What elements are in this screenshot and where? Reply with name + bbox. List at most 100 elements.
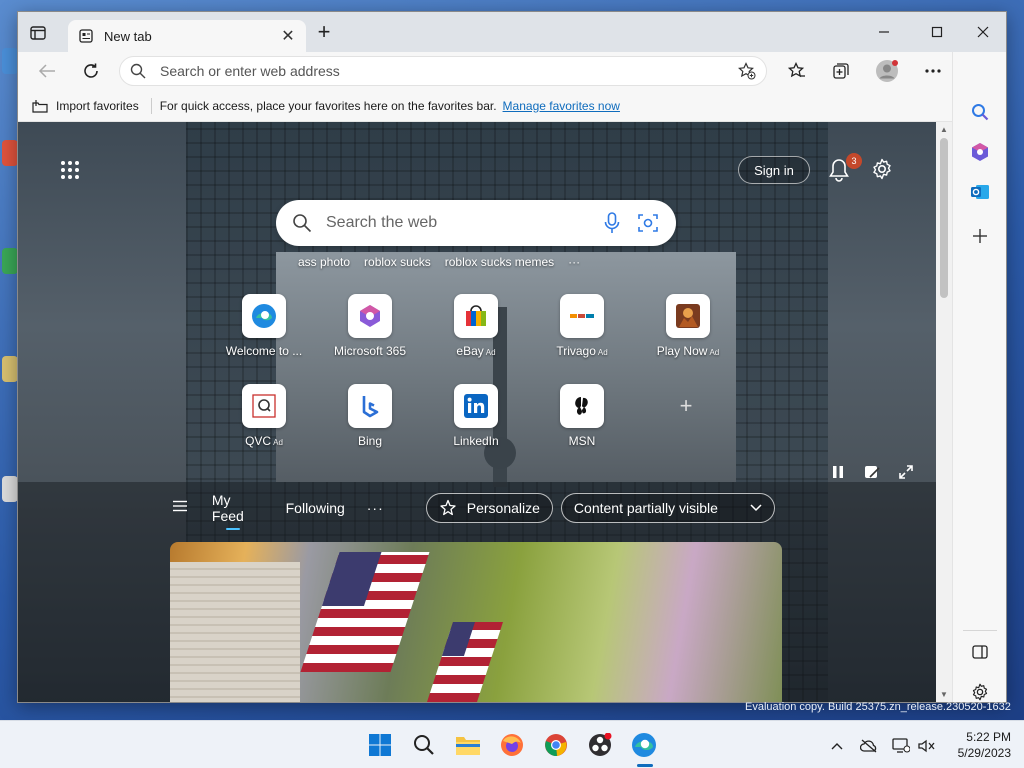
add-quick-link-button[interactable]: + (676, 395, 696, 417)
system-clock[interactable]: 5:22 PM 5/29/2023 (947, 729, 1011, 761)
sign-in-button[interactable]: Sign in (738, 156, 810, 184)
maximize-button[interactable] (917, 20, 957, 44)
address-input[interactable] (160, 63, 738, 79)
network-icon (892, 738, 910, 753)
profile-button[interactable] (874, 58, 900, 84)
collections-button[interactable] (828, 58, 854, 84)
back-button[interactable] (34, 58, 60, 84)
outlook-icon (971, 185, 989, 199)
feed-menu-button[interactable] (173, 499, 194, 517)
quick-link-microsoft-365[interactable]: Microsoft 365 (320, 294, 420, 358)
background-options-button[interactable] (862, 462, 882, 482)
title-bar: New tab ✕ + (18, 12, 1006, 52)
quick-link-bing[interactable]: Bing (320, 384, 420, 448)
divider (963, 630, 997, 631)
scroll-up-icon[interactable]: ▲ (939, 125, 949, 135)
quick-link-label: eBay (456, 344, 484, 358)
manage-favorites-link[interactable]: Manage favorites now (503, 99, 620, 113)
desktop-icon[interactable] (2, 476, 18, 502)
refresh-button[interactable] (78, 58, 104, 84)
ad-badge: Ad (273, 438, 283, 447)
microsoft-365-icon (360, 305, 380, 327)
close-window-button[interactable] (963, 20, 1003, 44)
firefox-icon (501, 734, 523, 756)
start-button[interactable] (366, 731, 394, 759)
active-app-indicator (637, 764, 653, 767)
feed-card-image[interactable] (170, 542, 782, 702)
settings-and-more-button[interactable] (920, 58, 946, 84)
pause-background-button[interactable] (828, 462, 848, 482)
game-thumbnail-icon (676, 304, 700, 328)
address-bar[interactable] (119, 56, 767, 86)
minimize-button[interactable] (864, 20, 904, 44)
scroll-thumb[interactable] (940, 138, 948, 298)
show-hidden-icons-button[interactable] (828, 737, 846, 755)
feed-more-button[interactable]: ··· (367, 500, 384, 516)
desktop-icon[interactable] (2, 248, 18, 274)
sidebar-settings-button[interactable] (968, 680, 992, 702)
favorites-icon (788, 62, 805, 78)
page-scrollbar[interactable]: ▲ ▼ (936, 122, 952, 702)
taskbar-search-button[interactable] (410, 731, 438, 759)
sidebar-add-button[interactable] (968, 224, 992, 248)
tab-following[interactable]: Following (286, 500, 345, 516)
quick-link-welcome[interactable]: Welcome to ... (214, 294, 314, 358)
content-visibility-dropdown[interactable]: Content partially visible (560, 493, 775, 523)
file-explorer-button[interactable] (454, 731, 482, 759)
network-button[interactable] (892, 737, 910, 755)
notification-badge: 3 (846, 153, 862, 169)
volume-button[interactable] (918, 737, 936, 755)
web-search-input[interactable] (326, 214, 588, 232)
scroll-down-icon[interactable]: ▼ (939, 690, 949, 700)
sidebar-outlook-button[interactable] (968, 180, 992, 204)
chrome-button[interactable] (542, 731, 570, 759)
obs-button[interactable] (586, 731, 614, 759)
expand-background-button[interactable] (896, 462, 916, 482)
search-suggestion[interactable]: roblox sucks (364, 255, 431, 275)
desktop-icon[interactable] (2, 48, 18, 74)
quick-link-linkedin[interactable]: LinkedIn (426, 384, 526, 448)
quick-link-play-now[interactable]: Play Now Ad (638, 294, 738, 358)
suggestions-more-icon[interactable]: ··· (568, 255, 580, 275)
favorites-button[interactable] (784, 58, 810, 84)
microphone-icon (604, 212, 620, 233)
app-launcher-button[interactable] (60, 160, 80, 180)
import-favorites-label: Import favorites (56, 98, 139, 113)
quick-link-trivago[interactable]: Trivago Ad (532, 294, 632, 358)
cloud-offline-icon (860, 739, 877, 753)
voice-search-button[interactable] (600, 211, 624, 235)
firefox-button[interactable] (498, 731, 526, 759)
quick-link-ebay[interactable]: eBay Ad (426, 294, 526, 358)
sidebar-microsoft-365-button[interactable] (968, 140, 992, 164)
feed-image-house (170, 562, 300, 702)
bing-icon (362, 396, 379, 418)
back-arrow-icon (38, 64, 55, 78)
onedrive-button[interactable] (860, 737, 878, 755)
refresh-icon (84, 63, 98, 78)
edge-taskbar-button[interactable] (630, 731, 658, 759)
visual-search-button[interactable] (636, 211, 660, 235)
quick-link-msn[interactable]: MSN (532, 384, 632, 448)
tab-new-tab[interactable]: New tab ✕ (68, 20, 306, 52)
microsoft-365-icon (972, 143, 988, 161)
search-suggestion[interactable]: ass photo (298, 255, 350, 275)
tab-close-icon[interactable]: ✕ (280, 26, 296, 46)
quick-link-qvc[interactable]: QVC Ad (214, 384, 314, 448)
hide-sidebar-button[interactable] (968, 640, 992, 664)
feed-image-flag (300, 552, 430, 672)
desktop-icon[interactable] (2, 140, 18, 166)
page-settings-button[interactable] (871, 158, 893, 180)
maximize-icon (931, 26, 943, 38)
sidebar-search-button[interactable] (968, 100, 992, 124)
web-search-box[interactable] (276, 200, 676, 246)
search-suggestion[interactable]: roblox sucks memes (445, 255, 554, 275)
add-favorite-icon[interactable] (738, 62, 756, 80)
new-tab-button[interactable]: + (313, 21, 335, 44)
desktop-icon[interactable] (2, 356, 18, 382)
tab-my-feed[interactable]: My Feed (212, 492, 264, 530)
search-icon (293, 214, 312, 233)
personalize-button[interactable]: Personalize (425, 493, 553, 523)
tab-actions-button[interactable] (28, 24, 48, 42)
import-favorites-button[interactable]: Import favorites (32, 99, 139, 113)
sidebar-toggle-icon (972, 645, 988, 659)
